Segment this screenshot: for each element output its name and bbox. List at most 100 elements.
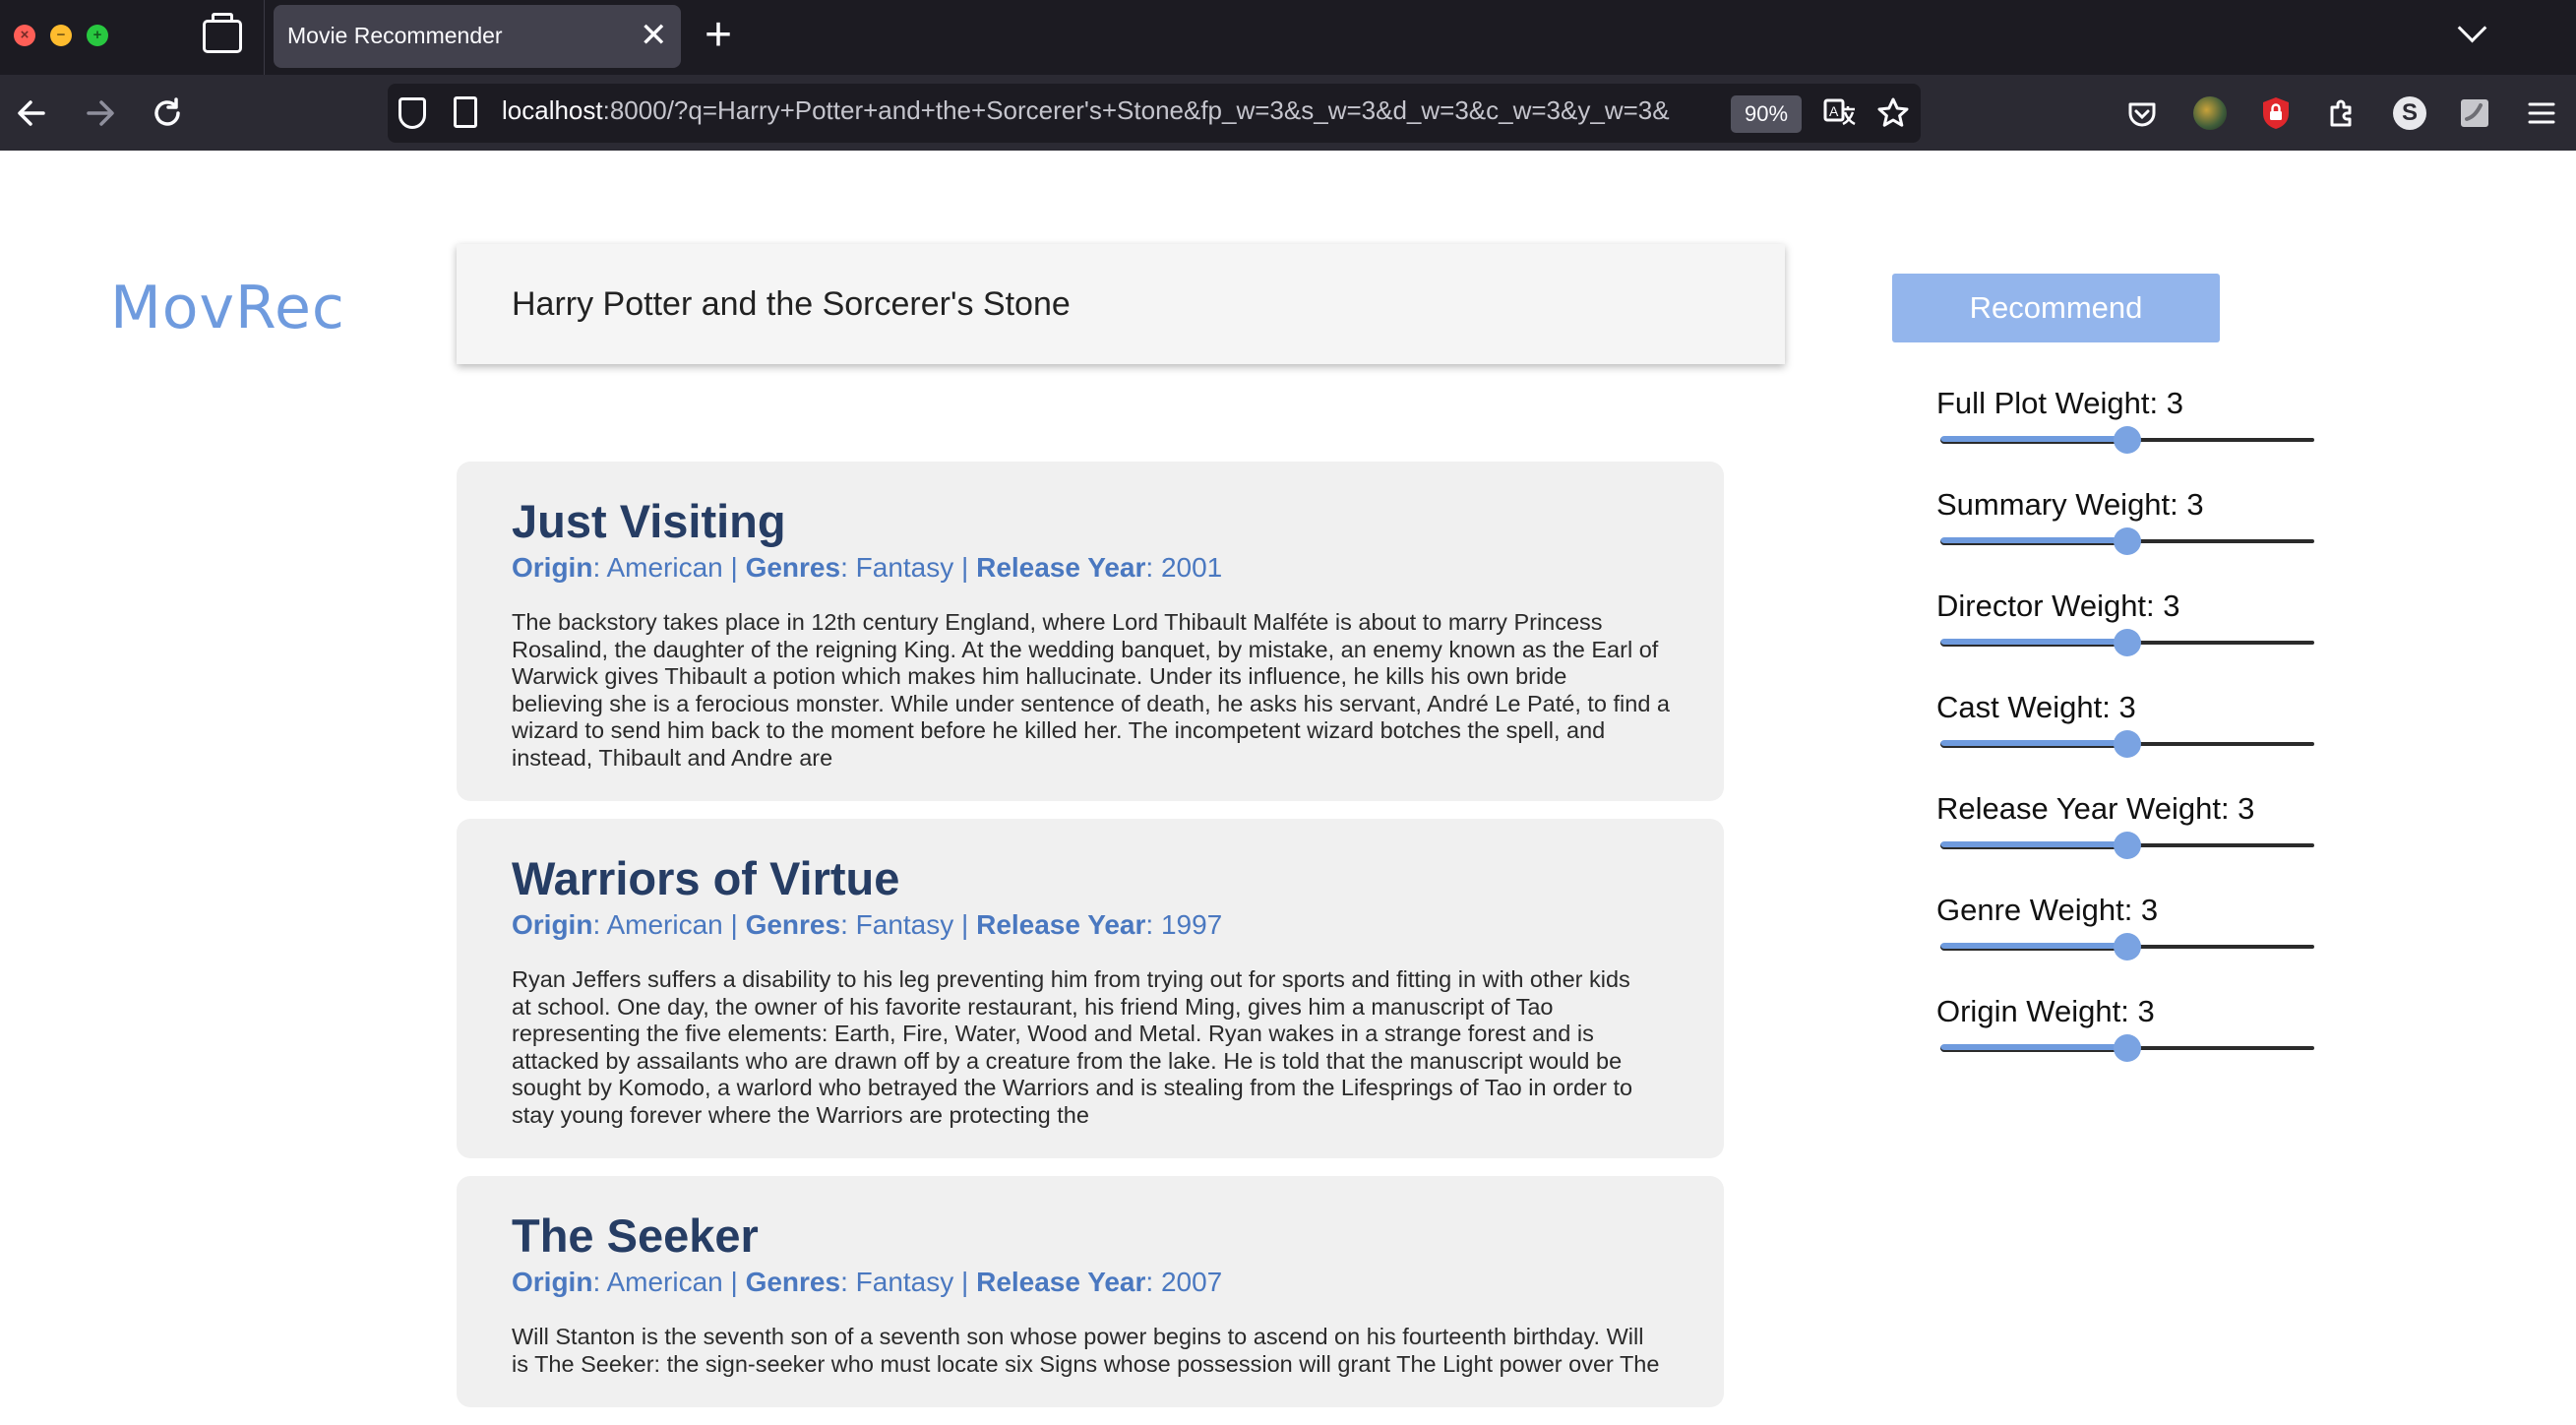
genres-value: Fantasy	[855, 909, 954, 940]
close-window-icon[interactable]: ×	[14, 25, 35, 46]
cast-weight-slider[interactable]	[1940, 730, 2314, 758]
slider-fill	[1940, 436, 2127, 444]
colon: :	[592, 1267, 607, 1297]
plot-line: instead, Thibault and Andre are	[512, 744, 833, 771]
separator: |	[722, 909, 746, 940]
pocket-icon[interactable]	[2125, 97, 2159, 131]
forward-arrow-icon[interactable]	[83, 95, 118, 131]
reload-icon[interactable]	[150, 95, 185, 131]
release-year-weight-slider[interactable]	[1940, 832, 2314, 859]
movie-plot: The backstory takes place in 12th centur…	[512, 609, 1683, 772]
page-info-icon[interactable]	[454, 96, 477, 128]
profile-s-icon[interactable]: S	[2393, 96, 2426, 130]
slider-thumb[interactable]	[2114, 1034, 2141, 1062]
url-host: localhost	[502, 95, 603, 125]
release-year-value: 1997	[1160, 909, 1223, 940]
summary-weight-slider[interactable]	[1940, 527, 2314, 555]
translate-icon[interactable]: A	[1822, 95, 1858, 131]
release-year-value: 2001	[1160, 552, 1223, 583]
slider-thumb[interactable]	[2114, 426, 2141, 454]
weight-row-director: Director Weight: 3	[1936, 589, 2320, 690]
colon: :	[1145, 552, 1161, 583]
movie-title: Just Visiting	[512, 495, 786, 547]
tab-title: Movie Recommender	[287, 23, 503, 48]
release-year-label: Release Year	[976, 909, 1146, 940]
slider-thumb[interactable]	[2114, 832, 2141, 859]
plot-line: Warwick gives Thibault a potion which ma…	[512, 663, 1567, 689]
movie-plot: Ryan Jeffers suffers a disability to his…	[512, 966, 1683, 1129]
colon: :	[592, 909, 607, 940]
extension-avatar-icon[interactable]	[2193, 96, 2227, 130]
url-path: :8000/?q=Harry+Potter+and+the+Sorcerer's…	[602, 95, 1670, 125]
bookmark-star-icon[interactable]	[1875, 95, 1911, 131]
movie-plot: Will Stanton is the seventh son of a sev…	[512, 1324, 1683, 1378]
slider-fill	[1940, 740, 2127, 748]
separator: |	[953, 1267, 977, 1297]
cast-weight-label: Cast Weight: 3	[1936, 690, 2136, 724]
slider-thumb[interactable]	[2114, 527, 2141, 555]
extensions-icon[interactable]	[2324, 95, 2360, 131]
weight-row-origin: Origin Weight: 3	[1936, 994, 2320, 1095]
list-all-tabs-icon[interactable]	[2457, 13, 2487, 43]
ublock-icon[interactable]	[2259, 95, 2293, 131]
browser-tab-bar: × − + Movie Recommender ✕ +	[0, 0, 2576, 76]
recommend-button[interactable]: Recommend	[1892, 274, 2220, 342]
release-year-value: 2007	[1160, 1267, 1223, 1297]
slider-fill	[1940, 943, 2127, 951]
slider-thumb[interactable]	[2114, 730, 2141, 758]
colon: :	[592, 552, 607, 583]
search-input[interactable]	[457, 244, 1785, 364]
url-text[interactable]: localhost:8000/?q=Harry+Potter+and+the+S…	[502, 95, 1712, 126]
weight-row-cast: Cast Weight: 3	[1936, 690, 2320, 791]
plot-line: stay young forever where the Warriors ar…	[512, 1101, 1089, 1128]
weight-row-genre: Genre Weight: 3	[1936, 893, 2320, 994]
minimize-window-icon[interactable]: −	[50, 25, 72, 46]
plot-line: sought by Komodo, a warlord who betrayed…	[512, 1075, 1633, 1100]
tab-overview-icon[interactable]	[203, 13, 242, 53]
colon: :	[1145, 1267, 1161, 1297]
separator: |	[953, 552, 977, 583]
tab-close-icon[interactable]: ✕	[640, 17, 668, 54]
movie-meta: Origin: American | Genres: Fantasy | Rel…	[512, 907, 1683, 943]
extension-icon[interactable]	[2459, 97, 2490, 129]
director-weight-slider[interactable]	[1940, 629, 2314, 656]
separator: |	[722, 1267, 746, 1297]
weight-row-summary: Summary Weight: 3	[1936, 487, 2320, 589]
origin-weight-slider[interactable]	[1940, 1034, 2314, 1062]
zoom-level-badge[interactable]: 90%	[1731, 95, 1802, 133]
menu-icon[interactable]	[2525, 96, 2558, 130]
plot-line: attacked by assailants who are drawn off…	[512, 1047, 1623, 1074]
genres-label: Genres	[745, 1267, 841, 1297]
back-arrow-icon[interactable]	[14, 95, 49, 131]
separator: |	[722, 552, 746, 583]
genre-weight-slider[interactable]	[1940, 933, 2314, 960]
weight-row-full-plot: Full Plot Weight: 3	[1936, 386, 2320, 487]
slider-fill	[1940, 537, 2127, 545]
zoom-window-icon[interactable]: +	[87, 25, 108, 46]
plot-line: representing the five elements: Earth, F…	[512, 1021, 1594, 1046]
plot-line: wizard to send him back to the moment be…	[512, 717, 1606, 743]
plot-line: Rosalind, the daughter of the reigning K…	[512, 636, 1659, 662]
movie-card: Just Visiting Origin: American | Genres: …	[457, 462, 1724, 801]
slider-thumb[interactable]	[2114, 933, 2141, 960]
full-plot-weight-slider[interactable]	[1940, 426, 2314, 454]
origin-value: American	[606, 909, 723, 940]
plot-line: believing she is a ferocious monster. Wh…	[512, 690, 1670, 716]
results-list: Just Visiting Origin: American | Genres: …	[457, 462, 1724, 1425]
plot-line: at school. One day, the owner of his fav…	[512, 993, 1554, 1020]
full-plot-weight-label: Full Plot Weight: 3	[1936, 386, 2183, 420]
plot-line: Ryan Jeffers suffers a disability to his…	[512, 966, 1630, 992]
brand-logo[interactable]: MovRec	[110, 274, 345, 342]
new-tab-icon[interactable]: +	[705, 11, 732, 60]
slider-thumb[interactable]	[2114, 629, 2141, 656]
origin-label: Origin	[512, 552, 593, 583]
tracking-protection-icon[interactable]	[399, 97, 426, 129]
slider-fill	[1940, 639, 2127, 647]
plot-line: Will Stanton is the seventh son of a sev…	[512, 1324, 1644, 1349]
colon: :	[840, 552, 856, 583]
origin-value: American	[606, 552, 723, 583]
tab-separator	[264, 0, 265, 75]
genre-weight-label: Genre Weight: 3	[1936, 893, 2159, 927]
slider-fill	[1940, 1044, 2127, 1052]
origin-label: Origin	[512, 1267, 593, 1297]
